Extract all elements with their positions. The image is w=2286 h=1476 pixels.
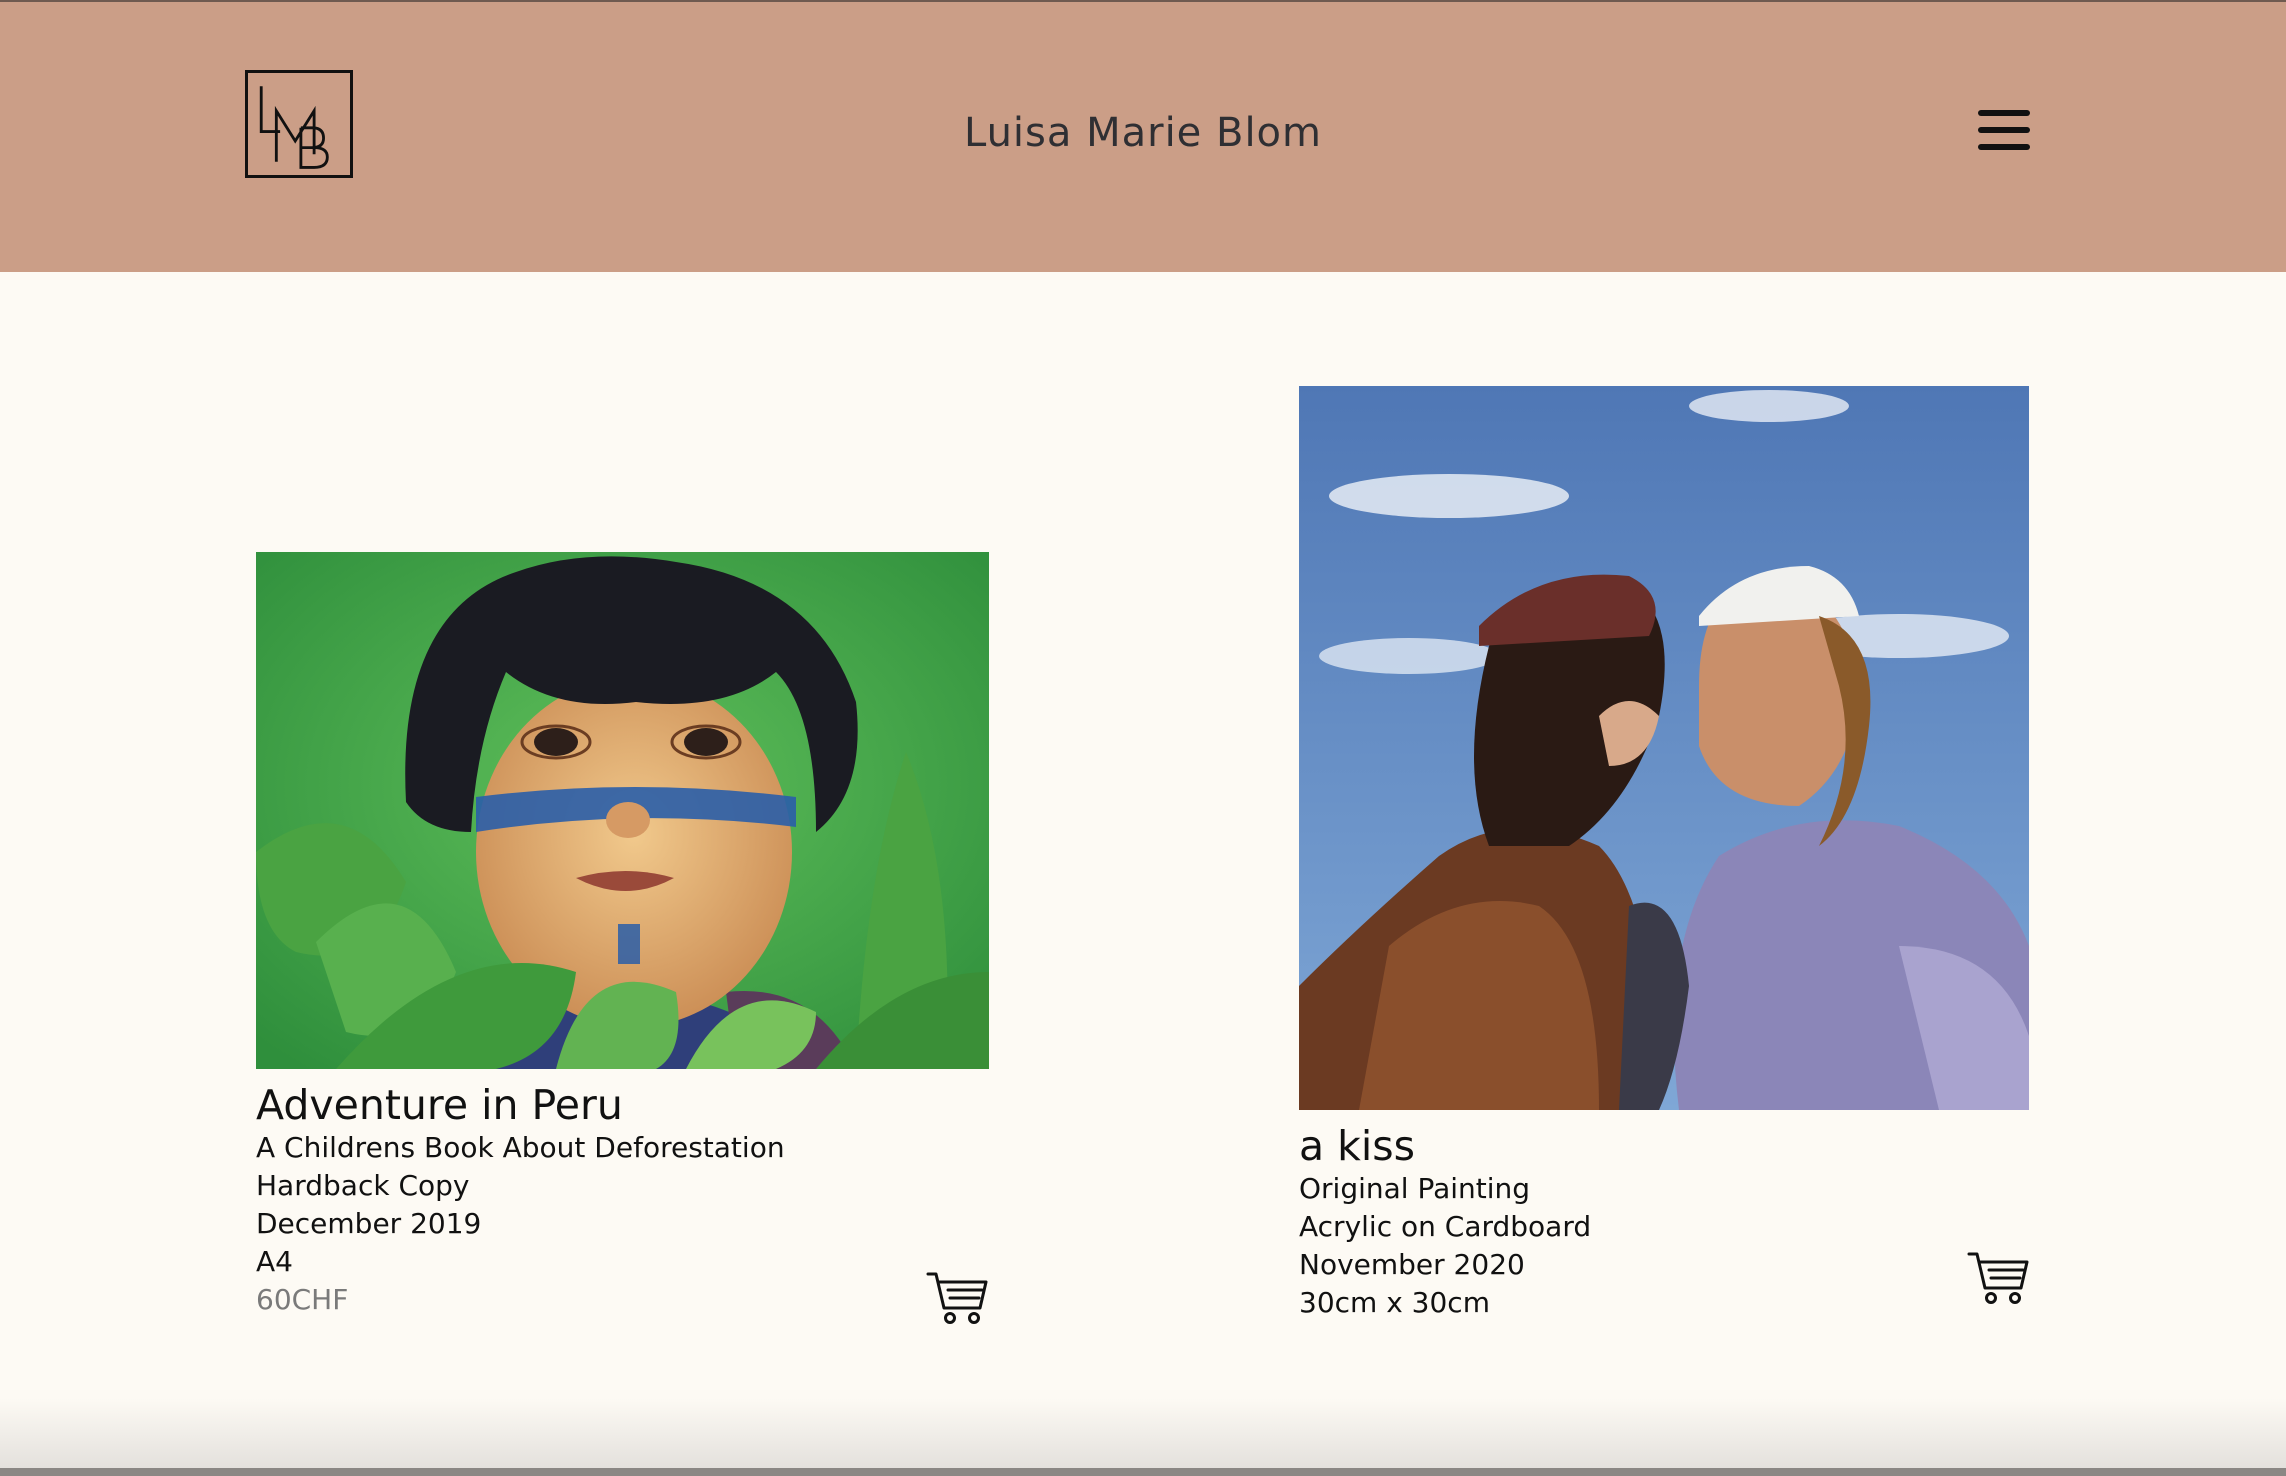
- kiss-painting: [1299, 386, 2029, 1110]
- hamburger-menu-icon[interactable]: [1975, 104, 2033, 152]
- product-medium: Acrylic on Cardboard: [1299, 1210, 1592, 1243]
- shopping-cart-icon[interactable]: [926, 1270, 990, 1328]
- product-format: Hardback Copy: [256, 1169, 470, 1202]
- shopping-cart-icon[interactable]: [1967, 1250, 2031, 1308]
- artwork-image-adventure-in-peru[interactable]: [256, 552, 989, 1069]
- site-title[interactable]: Luisa Marie Blom: [0, 110, 2286, 156]
- product-price: 60CHF: [256, 1283, 349, 1316]
- child-portrait-painting: [256, 552, 989, 1069]
- product-size: 30cm x 30cm: [1299, 1286, 1490, 1319]
- product-subtitle: A Childrens Book About Deforestation: [256, 1131, 785, 1164]
- product-title[interactable]: Adventure in Peru: [256, 1081, 989, 1129]
- product-date: December 2019: [256, 1207, 482, 1240]
- product-card-adventure-in-peru: Adventure in Peru A Childrens Book About…: [256, 552, 989, 1324]
- product-card-a-kiss: a kiss Original Painting Acrylic on Card…: [1299, 386, 2029, 1322]
- site-header: Luisa Marie Blom: [0, 2, 2286, 272]
- product-date: November 2020: [1299, 1248, 1525, 1281]
- product-subtitle: Original Painting: [1299, 1172, 1531, 1205]
- menu-bar: [1978, 110, 2030, 116]
- menu-bar: [1978, 144, 2030, 150]
- page-bottom-shadow: [0, 1398, 2286, 1476]
- window-bottom-edge: [0, 1468, 2286, 1476]
- menu-bar: [1978, 127, 2030, 133]
- product-size: A4: [256, 1245, 293, 1278]
- artwork-image-a-kiss[interactable]: [1299, 386, 2029, 1110]
- product-title[interactable]: a kiss: [1299, 1122, 2029, 1170]
